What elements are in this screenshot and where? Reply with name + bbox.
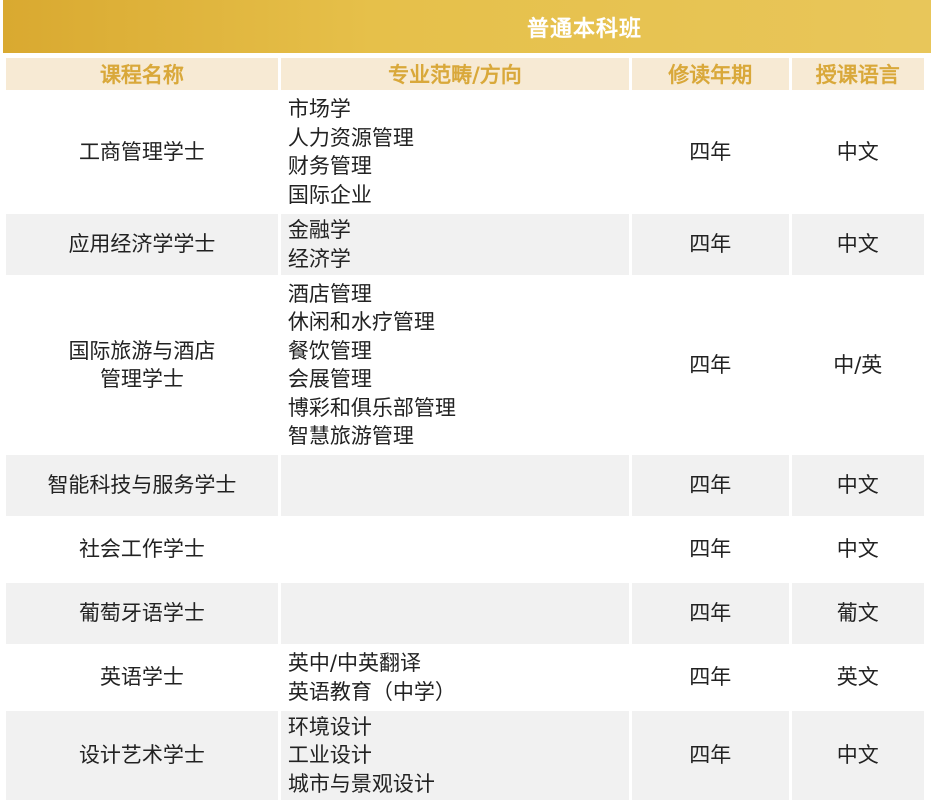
language-cell: 葡文: [791, 583, 924, 644]
program-table: 课程名称 专业范畴/方向 修读年期 授课语言 工商管理学士 市场学 人力资源管理…: [3, 55, 927, 803]
language-cell: 中文: [791, 455, 924, 516]
spec-item: 英语教育（中学）: [287, 679, 456, 704]
table-row: 国际旅游与酒店 管理学士 酒店管理 休闲和水疗管理 餐饮管理 会展管理 博彩和俱…: [6, 278, 924, 452]
table-row: 工商管理学士 市场学 人力资源管理 财务管理 国际企业 四年 中文: [6, 93, 924, 211]
specialization-cell: 英中/中英翻译 英语教育（中学）: [280, 647, 630, 708]
spec-item: 工业设计: [287, 743, 372, 768]
course-name-line: 管理学士: [99, 367, 184, 391]
table-row: 葡萄牙语学士 四年 葡文: [6, 583, 924, 644]
spec-item: 国际企业: [287, 182, 372, 207]
duration-cell: 四年: [632, 711, 789, 800]
duration-cell: 四年: [632, 647, 789, 708]
specialization-cell: [280, 583, 630, 644]
spec-item: 城市与景观设计: [287, 771, 435, 796]
header-specialization: 专业范畴/方向: [280, 58, 630, 90]
spec-item: 休闲和水疗管理: [287, 310, 435, 334]
spec-item: 经济学: [287, 246, 351, 271]
spec-item: 酒店管理: [287, 281, 372, 306]
specialization-cell: 环境设计 工业设计 城市与景观设计: [280, 711, 630, 800]
duration-cell: 四年: [632, 519, 789, 580]
table-row: 智能科技与服务学士 四年 中文: [6, 455, 924, 516]
spec-item: 博彩和俱乐部管理: [287, 395, 456, 420]
spec-item: 人力资源管理: [287, 125, 414, 150]
course-name-cell: 应用经济学学士: [6, 214, 278, 275]
table-row: 英语学士 英中/中英翻译 英语教育（中学） 四年 英文: [6, 647, 924, 708]
course-name-line: 国际旅游与酒店: [68, 338, 216, 363]
spec-item: 餐饮管理: [287, 338, 372, 363]
banner-title: 普通本科班: [526, 16, 642, 42]
table-row: 社会工作学士 四年 中文: [6, 519, 924, 580]
course-name-cell: 葡萄牙语学士: [6, 583, 278, 644]
header-language: 授课语言: [791, 58, 924, 90]
course-name-cell: 设计艺术学士: [6, 711, 278, 800]
spec-item: 环境设计: [287, 714, 372, 739]
language-cell: 中/英: [791, 278, 924, 452]
header-course-name: 课程名称: [6, 58, 278, 90]
spec-item: 市场学: [287, 97, 351, 121]
course-name-cell: 工商管理学士: [6, 93, 278, 211]
header-row: 课程名称 专业范畴/方向 修读年期 授课语言: [6, 58, 924, 90]
spec-item: 金融学: [287, 218, 351, 242]
course-name-cell: 英语学士: [6, 647, 278, 708]
language-cell: 中文: [791, 519, 924, 580]
table-row: 设计艺术学士 环境设计 工业设计 城市与景观设计 四年 中文: [6, 711, 924, 800]
specialization-cell: [280, 455, 630, 516]
language-cell: 英文: [791, 647, 924, 708]
language-cell: 中文: [791, 711, 924, 800]
spec-item: 英中/中英翻译: [287, 651, 421, 675]
duration-cell: 四年: [632, 214, 789, 275]
spec-item: 智慧旅游管理: [287, 424, 414, 448]
specialization-cell: 酒店管理 休闲和水疗管理 餐饮管理 会展管理 博彩和俱乐部管理 智慧旅游管理: [280, 278, 630, 452]
specialization-cell: 金融学 经济学: [280, 214, 630, 275]
course-name-cell: 社会工作学士: [6, 519, 278, 580]
spec-item: 财务管理: [287, 154, 372, 178]
course-name-cell: 国际旅游与酒店 管理学士: [6, 278, 278, 452]
table-row: 应用经济学学士 金融学 经济学 四年 中文: [6, 214, 924, 275]
course-name-cell: 智能科技与服务学士: [6, 455, 278, 516]
language-cell: 中文: [791, 214, 924, 275]
spec-item: 会展管理: [287, 367, 372, 391]
duration-cell: 四年: [632, 583, 789, 644]
program-table-page: 普通本科班 课程名称 专业范畴/方向 修读年期 授课语言 工商管理学士 市场学 …: [0, 0, 931, 802]
header-duration: 修读年期: [632, 58, 789, 90]
duration-cell: 四年: [632, 93, 789, 211]
duration-cell: 四年: [632, 455, 789, 516]
specialization-cell: 市场学 人力资源管理 财务管理 国际企业: [280, 93, 630, 211]
duration-cell: 四年: [632, 278, 789, 452]
specialization-cell: [280, 519, 630, 580]
language-cell: 中文: [791, 93, 924, 211]
table-banner: 普通本科班: [3, 0, 931, 53]
